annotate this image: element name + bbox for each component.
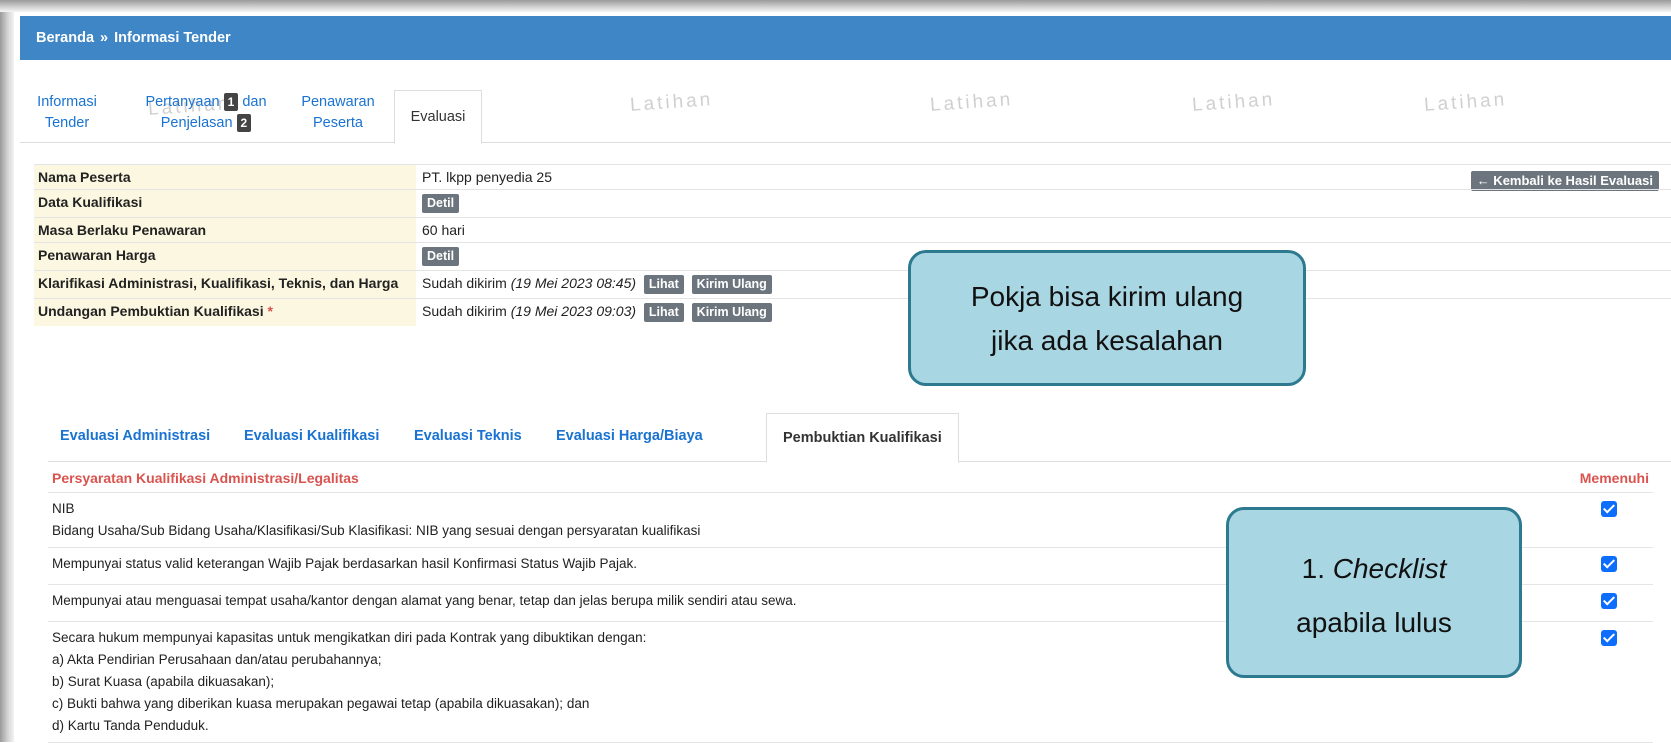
callout-checklist: 1. Checklist apabila lulus — [1226, 507, 1610, 678]
requirements-header: Persyaratan Kualifikasi Administrasi/Leg… — [48, 464, 1565, 493]
callout-resend: Pokja bisa kirim ulang jika ada kesalaha… — [824, 250, 1306, 386]
subtab-evaluasi-administrasi[interactable]: Evaluasi Administrasi — [60, 428, 210, 444]
subtab-pembuktian-kualifikasi[interactable]: Pembuktian Kualifikasi — [766, 413, 959, 463]
info-value: 60 hari — [416, 217, 1671, 243]
checkbox-checked[interactable] — [1601, 556, 1617, 572]
evaluation-subtabs: Evaluasi Administrasi Evaluasi Kualifika… — [48, 413, 1671, 463]
tab-label: Informasi — [37, 94, 97, 110]
sent-date: (19 Mei 2023 08:45) — [510, 275, 637, 291]
breadcrumb: Beranda » Informasi Tender — [20, 16, 1671, 60]
checkbox-cell — [1565, 621, 1653, 743]
tab-label: Evaluasi — [410, 108, 466, 125]
kirim-ulang-button[interactable]: Kirim Ulang — [691, 275, 772, 294]
tab-label: Penawaran — [301, 94, 375, 110]
info-row: Penawaran Harga Detil — [34, 242, 1671, 271]
subtab-evaluasi-harga[interactable]: Evaluasi Harga/Biaya — [556, 428, 703, 444]
info-label: Nama Peserta — [34, 164, 416, 190]
info-row: Undangan Pembuktian Kualifikasi * Sudah … — [34, 298, 1671, 326]
checkbox-checked[interactable] — [1601, 501, 1617, 517]
tab-label: dan — [242, 94, 267, 110]
callout-line: 1. Checklist — [1229, 542, 1519, 596]
info-value: PT. lkpp penyedia 25 — [416, 164, 1671, 190]
callout-step-number: 1. — [1301, 553, 1333, 584]
info-row: Nama Peserta PT. lkpp penyedia 25 — [34, 164, 1671, 190]
checkbox-checked[interactable] — [1601, 630, 1617, 646]
main-tabs: Informasi Tender Pertanyaan 1 dan Penjel… — [20, 86, 1671, 144]
detil-button[interactable]: Detil — [422, 247, 460, 266]
count-badge: 2 — [236, 114, 252, 132]
info-label: Klarifikasi Administrasi, Kualifikasi, T… — [34, 270, 416, 299]
tab-label: Pertanyaan — [145, 94, 220, 110]
info-label-cell: Undangan Pembuktian Kualifikasi * — [34, 298, 416, 326]
subtab-evaluasi-teknis[interactable]: Evaluasi Teknis — [414, 428, 522, 444]
tab-label: Peserta — [313, 115, 363, 131]
subtab-evaluasi-kualifikasi[interactable]: Evaluasi Kualifikasi — [244, 428, 379, 444]
breadcrumb-home[interactable]: Beranda — [36, 30, 94, 46]
callout-emphasis: Checklist — [1332, 553, 1447, 584]
breadcrumb-separator: » — [100, 30, 109, 46]
required-mark: * — [267, 303, 273, 319]
status-header: Memenuhi — [1565, 464, 1653, 493]
checkbox-cell — [1565, 492, 1653, 548]
checkbox-cell — [1565, 547, 1653, 585]
app-frame: Beranda» Informasi Tender Latihan Latihan… — [0, 0, 1671, 743]
status-text: Sudah dikirim — [422, 275, 507, 291]
requirements-header-row: Persyaratan Kualifikasi Administrasi/Leg… — [48, 464, 1653, 493]
info-label: Undangan Pembuktian Kualifikasi — [38, 303, 264, 319]
info-row: Masa Berlaku Penawaran 60 hari — [34, 217, 1671, 243]
tab-pertanyaan-penjelasan[interactable]: Pertanyaan 1 dan Penjelasan 2 — [132, 92, 280, 134]
info-value-cell: Detil — [416, 189, 1671, 218]
tab-label: Tender — [44, 115, 90, 131]
info-label: Data Kualifikasi — [34, 189, 416, 218]
info-label: Penawaran Harga — [34, 242, 416, 271]
tab-label: Penjelasan — [160, 115, 233, 131]
info-row: Data Kualifikasi Detil — [34, 189, 1671, 218]
detil-button[interactable]: Detil — [422, 194, 460, 213]
status-text: Sudah dikirim — [422, 303, 507, 319]
sent-date: (19 Mei 2023 09:03) — [510, 303, 637, 319]
requirement-line: c) Bukti bahwa yang diberikan kuasa meru… — [52, 696, 590, 711]
breadcrumb-current: Informasi Tender — [114, 30, 231, 46]
tab-penawaran-peserta[interactable]: Penawaran Peserta — [300, 92, 376, 134]
tab-evaluasi[interactable]: Evaluasi — [394, 90, 482, 144]
lihat-button[interactable]: Lihat — [643, 303, 684, 322]
callout-line: jika ada kesalahan — [991, 325, 1223, 356]
count-badge: 1 — [223, 93, 239, 111]
top-shadow — [0, 0, 1671, 12]
kirim-ulang-button[interactable]: Kirim Ulang — [691, 303, 772, 322]
info-label: Masa Berlaku Penawaran — [34, 217, 416, 243]
tab-informasi-tender[interactable]: Informasi Tender — [36, 92, 98, 134]
lihat-button[interactable]: Lihat — [643, 275, 684, 294]
callout-line: apabila lulus — [1296, 607, 1452, 638]
requirement-line: d) Kartu Tanda Penduduk. — [52, 718, 209, 733]
info-row: Klarifikasi Administrasi, Kualifikasi, T… — [34, 270, 1671, 299]
callout-line: Pokja bisa kirim ulang — [970, 281, 1244, 312]
left-shadow — [0, 0, 14, 742]
participant-info-table: Nama Peserta PT. lkpp penyedia 25 Data K… — [34, 164, 1671, 326]
